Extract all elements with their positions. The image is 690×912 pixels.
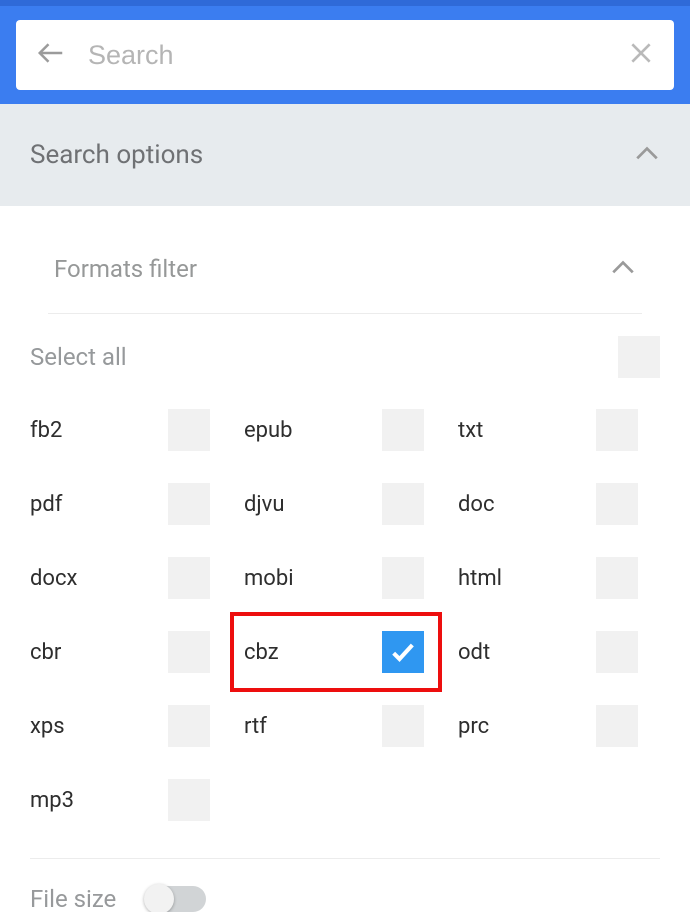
format-doc: doc [452, 482, 666, 526]
close-icon[interactable] [628, 40, 654, 70]
format-label: mobi [244, 566, 294, 591]
format-checkbox-mp3[interactable] [168, 779, 210, 821]
format-label: mp3 [30, 788, 74, 813]
format-txt: txt [452, 408, 666, 452]
format-odt: odt [452, 630, 666, 674]
select-all-label: Select all [30, 343, 127, 371]
chevron-up-icon [634, 140, 660, 170]
select-all-checkbox[interactable] [618, 336, 660, 378]
format-checkbox-odt[interactable] [596, 631, 638, 673]
format-xps: xps [24, 704, 238, 748]
format-label: cbr [30, 640, 61, 665]
toggle-knob [144, 884, 174, 912]
format-docx: docx [24, 556, 238, 600]
format-checkbox-html[interactable] [596, 557, 638, 599]
format-checkbox-txt[interactable] [596, 409, 638, 451]
format-cbz: cbz [238, 630, 452, 674]
format-label: pdf [30, 492, 62, 517]
search-options-label: Search options [30, 140, 203, 170]
format-fb2: fb2 [24, 408, 238, 452]
format-djvu: djvu [238, 482, 452, 526]
format-label: html [458, 566, 502, 591]
format-label: prc [458, 714, 489, 739]
chevron-up-icon [610, 255, 636, 283]
select-all-row: Select all [24, 314, 666, 408]
format-label: fb2 [30, 418, 62, 443]
format-mp3: mp3 [24, 778, 238, 822]
format-rtf: rtf [238, 704, 452, 748]
format-checkbox-rtf[interactable] [382, 705, 424, 747]
format-pdf: pdf [24, 482, 238, 526]
format-label: doc [458, 492, 494, 517]
search-input[interactable] [88, 40, 606, 71]
format-checkbox-cbr[interactable] [168, 631, 210, 673]
formats-grid: fb2 epub txt pdf djvu doc docx mobi html cbr cbz od… [24, 408, 666, 840]
format-cbr: cbr [24, 630, 238, 674]
formats-filter-header[interactable]: Formats filter [48, 224, 642, 314]
format-checkbox-djvu[interactable] [382, 483, 424, 525]
formats-area: Formats filter Select all fb2 epub txt pdf d… [0, 206, 690, 912]
format-checkbox-docx[interactable] [168, 557, 210, 599]
format-html: html [452, 556, 666, 600]
format-label: odt [458, 640, 490, 665]
format-prc: prc [452, 704, 666, 748]
format-mobi: mobi [238, 556, 452, 600]
format-label: xps [30, 714, 65, 739]
format-label: cbz [244, 640, 279, 665]
search-options-header[interactable]: Search options [0, 104, 690, 206]
format-checkbox-doc[interactable] [596, 483, 638, 525]
format-checkbox-mobi[interactable] [382, 557, 424, 599]
file-size-row: File size [24, 859, 666, 912]
top-bar [0, 0, 690, 104]
format-checkbox-xps[interactable] [168, 705, 210, 747]
formats-filter-label: Formats filter [54, 255, 197, 283]
back-arrow-icon[interactable] [36, 38, 66, 72]
format-label: rtf [244, 714, 267, 739]
format-checkbox-fb2[interactable] [168, 409, 210, 451]
search-box [16, 20, 674, 90]
format-label: epub [244, 418, 293, 443]
format-checkbox-prc[interactable] [596, 705, 638, 747]
format-checkbox-epub[interactable] [382, 409, 424, 451]
format-label: djvu [244, 492, 284, 517]
file-size-label: File size [30, 885, 116, 912]
format-epub: epub [238, 408, 452, 452]
file-size-toggle[interactable] [146, 886, 206, 912]
format-label: txt [458, 418, 483, 443]
format-checkbox-cbz[interactable] [382, 631, 424, 673]
format-checkbox-pdf[interactable] [168, 483, 210, 525]
format-label: docx [30, 566, 77, 591]
